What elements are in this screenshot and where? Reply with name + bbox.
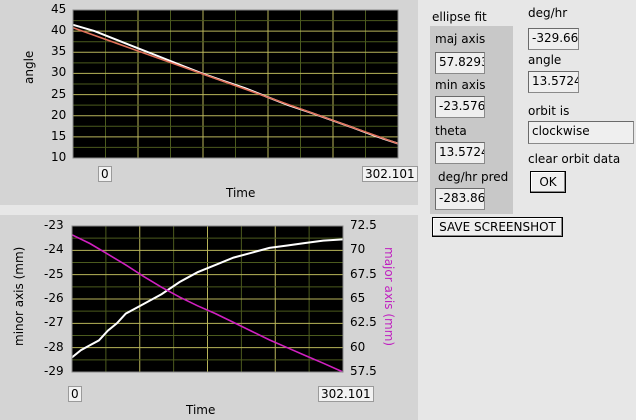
deg-hr-pred-label: deg/hr pred: [438, 170, 509, 184]
major-axis-y2-tick-label: 65: [350, 291, 366, 305]
deg-hr-label: deg/hr: [528, 6, 568, 20]
minor-axis-y-tick-label: -24: [44, 242, 64, 257]
minor-axis-y-tick-label: -23: [44, 218, 64, 232]
angle-y-tick-label: 45: [51, 2, 67, 16]
angle-y-tick-label: 25: [51, 86, 67, 101]
deg-hr-pred-value: -283.86: [435, 188, 485, 210]
angle-y-tick-label: 10: [51, 150, 67, 164]
minor-axis-y-tick-label: -25: [44, 266, 64, 281]
minor-axis-y-tick-label: -28: [44, 339, 64, 354]
deg-hr-value: -329.66: [528, 28, 579, 50]
axes-x-start-label[interactable]: 0: [68, 386, 82, 402]
angle-chart-panel: angle 45 40 35 30 25 20 15 10 0 302.101 Time: [0, 0, 418, 205]
angle-y-tick-label: 20: [51, 107, 67, 122]
angle-y-tick-label: 15: [51, 128, 67, 143]
ellipse-fit-box: maj axis 57.8293 min axis -23.576 theta …: [430, 26, 513, 214]
minor-axis-y-tick-label: -27: [44, 315, 64, 330]
angle-value: 13.5724: [528, 71, 579, 93]
major-axis-y2-tick-label: 70: [350, 242, 366, 257]
theta-value: 13.5724: [435, 142, 485, 164]
orbit-label: orbit is: [528, 104, 570, 118]
angle-y-axis-label: angle: [22, 50, 36, 84]
axes-x-end-label[interactable]: 302.101: [318, 386, 374, 402]
minor-axis-y-label: minor axis (mm): [12, 246, 26, 346]
axes-plot-area: [71, 225, 344, 373]
major-axis-y2-tick-label: 72.5: [350, 218, 377, 232]
angle-label: angle: [528, 53, 562, 67]
min-axis-value: -23.576: [435, 96, 485, 118]
major-axis-y2-tick-label: 67.5: [350, 266, 377, 281]
major-axis-y2-tick-label: 62.5: [350, 315, 377, 330]
clear-orbit-data-label: clear orbit data: [528, 152, 621, 166]
orbit-direction-value: clockwise: [528, 121, 634, 144]
angle-x-start-label[interactable]: 0: [98, 166, 112, 182]
theta-label: theta: [435, 124, 467, 138]
angle-y-tick-label: 35: [51, 44, 67, 59]
angle-y-tick-label: 30: [51, 65, 67, 80]
axes-x-axis-label: Time: [186, 403, 216, 417]
min-axis-label: min axis: [435, 78, 486, 92]
major-axis-y2-label: major axis (mm): [382, 247, 396, 347]
angle-plot-area: [72, 9, 399, 159]
major-axis-y2-tick-label: 60: [350, 339, 366, 354]
axes-chart-panel: minor axis (mm) major axis (mm) -23 -24 -2…: [0, 215, 418, 420]
ellipse-fit-title: ellipse fit: [432, 10, 487, 24]
major-axis-y2-tick-label: 57.5: [350, 364, 377, 378]
minor-axis-y-tick-label: -29: [44, 364, 64, 378]
angle-y-tick-label: 40: [51, 23, 67, 38]
ok-button[interactable]: OK: [530, 171, 566, 193]
maj-axis-label: maj axis: [435, 32, 486, 46]
maj-axis-value: 57.8293: [435, 52, 485, 74]
save-screenshot-button[interactable]: SAVE SCREENSHOT: [432, 217, 563, 237]
angle-x-end-label[interactable]: 302.101: [362, 166, 418, 182]
minor-axis-y-tick-label: -26: [44, 291, 64, 305]
angle-x-axis-label: Time: [226, 186, 256, 200]
